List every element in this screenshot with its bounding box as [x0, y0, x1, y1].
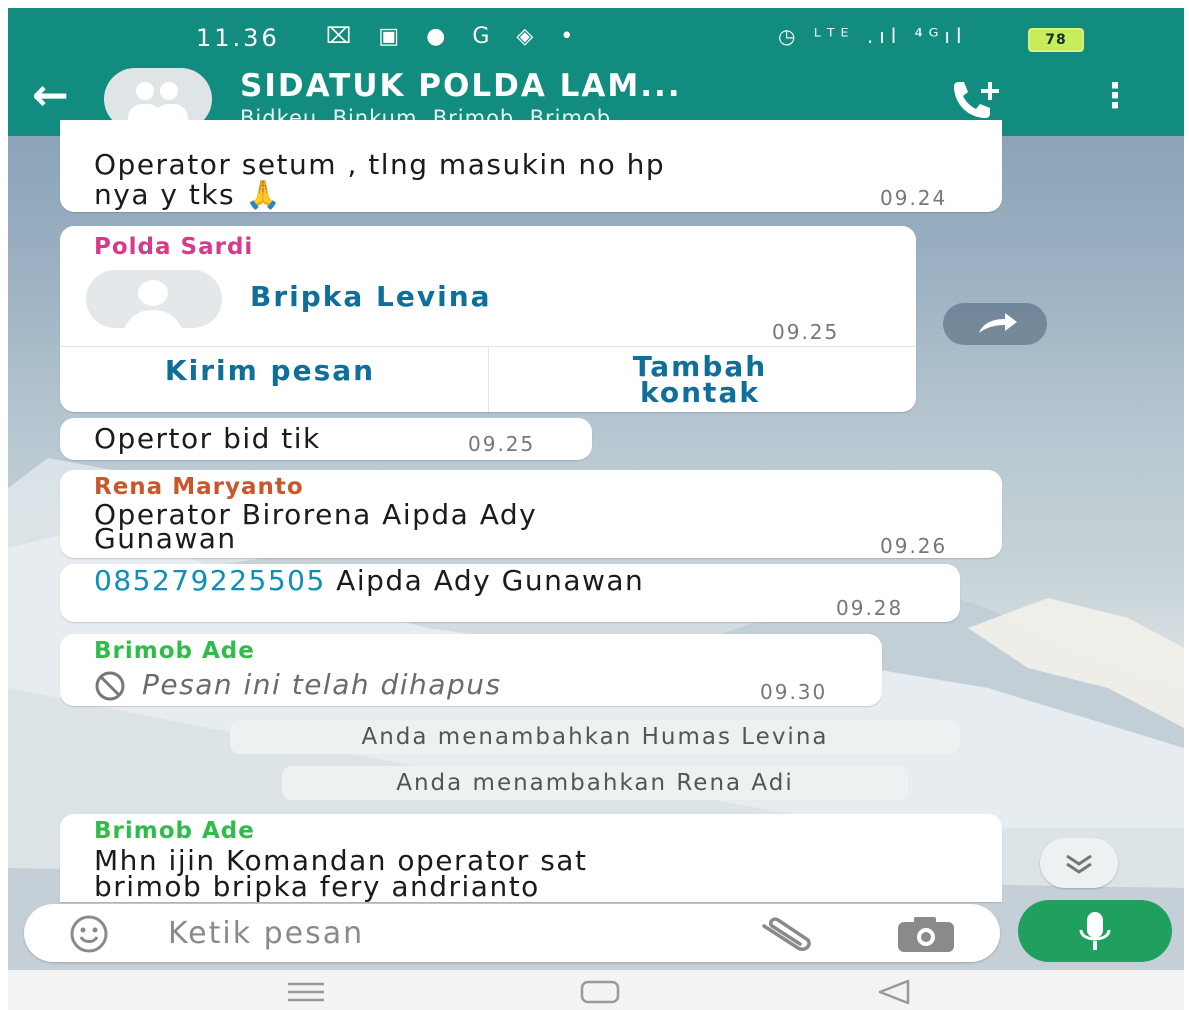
message-input[interactable]: Ketik pesan: [168, 916, 364, 951]
status-bar: 11.36 ⌧ ▣ ● G ◈ • ◷ ᴸᵀᴱ .ıl ⁴ᴳıl 78: [8, 8, 1184, 62]
message-time: 09.30: [760, 680, 828, 704]
message-time: 09.26: [880, 534, 948, 558]
message-time: 09.24: [880, 186, 948, 210]
sender-name: Polda Sardi: [94, 234, 254, 260]
attach-icon[interactable]: [754, 912, 818, 956]
message-text-rest: Aipda Ady Gunawan: [325, 564, 645, 597]
message-time: 09.25: [772, 320, 840, 344]
deleted-icon: [95, 671, 125, 701]
message-bubble[interactable]: Brimob Ade Mhn ijin Komandan operator sa…: [60, 814, 1002, 902]
status-signal-icons: ◷ ᴸᵀᴱ .ıl ⁴ᴳıl: [778, 24, 968, 48]
contact-avatar-icon: [86, 270, 222, 328]
system-message: Anda menambahkan Rena Adi: [282, 766, 908, 800]
mic-icon: [1079, 912, 1111, 950]
more-options-icon[interactable]: ⋮: [1098, 76, 1132, 116]
add-contact-label-2: kontak: [640, 376, 760, 409]
message-text: brimob bripka fery andrianto: [94, 870, 540, 903]
emoji-icon[interactable]: [68, 913, 110, 955]
nav-home-icon[interactable]: [578, 978, 622, 1006]
phone-link[interactable]: 085279225505: [94, 564, 326, 597]
status-notification-icons: ⌧ ▣ ● G ◈ •: [326, 24, 584, 49]
deleted-message-text: Pesan ini telah dihapus: [142, 668, 502, 701]
message-text: Operator setum , tlng masukin no hp: [94, 148, 666, 181]
contact-name[interactable]: Bripka Levina: [250, 280, 492, 313]
mic-button[interactable]: [1018, 900, 1172, 962]
back-arrow-icon[interactable]: ←: [32, 70, 69, 121]
message-input-bar[interactable]: Ketik pesan: [24, 904, 1000, 962]
sender-name: Brimob Ade: [94, 818, 255, 844]
phone-screen: 11.36 ⌧ ▣ ● G ◈ • ◷ ᴸᵀᴱ .ıl ⁴ᴳıl 78 ← SI…: [8, 8, 1184, 1010]
message-time: 09.28: [836, 596, 904, 620]
message-bubble[interactable]: Opertor bid tik 09.25: [60, 418, 592, 460]
nav-back-icon[interactable]: [874, 978, 914, 1006]
message-time: 09.25: [468, 432, 536, 456]
sender-name: Brimob Ade: [94, 638, 255, 664]
message-bubble[interactable]: Operator setum , tlng masukin no hp nya …: [60, 120, 1002, 212]
contact-card-bubble[interactable]: Polda Sardi Bripka Levina 09.25 Kirim pe…: [60, 226, 916, 412]
camera-icon[interactable]: [894, 914, 958, 954]
system-message: Anda menambahkan Humas Levina: [230, 720, 960, 754]
message-text: Opertor bid tik: [94, 422, 321, 455]
system-nav-bar: [8, 970, 1184, 1010]
status-time: 11.36: [196, 24, 280, 52]
scroll-down-button[interactable]: [1040, 838, 1118, 888]
message-text: Gunawan: [94, 522, 237, 555]
message-text: 085279225505 Aipda Ady Gunawan: [94, 566, 644, 596]
nav-menu-icon[interactable]: [284, 980, 328, 1004]
sender-name: Rena Maryanto: [94, 474, 304, 500]
add-contact-button[interactable]: Tambah kontak: [530, 353, 870, 409]
message-bubble[interactable]: 085279225505 Aipda Ady Gunawan 09.28: [60, 564, 960, 622]
forward-button[interactable]: [943, 303, 1047, 345]
forward-icon: [979, 313, 1017, 333]
send-message-button[interactable]: Kirim pesan: [100, 354, 440, 387]
message-text: nya y tks 🙏: [94, 178, 282, 211]
message-bubble[interactable]: Brimob Ade Pesan ini telah dihapus 09.30: [60, 634, 882, 706]
add-call-icon[interactable]: [946, 78, 1006, 118]
battery-icon: 78: [1028, 28, 1084, 52]
message-bubble[interactable]: Rena Maryanto Operator Birorena Aipda Ad…: [60, 470, 1002, 558]
scroll-down-icon: [1066, 854, 1092, 874]
chat-title[interactable]: SIDATUK POLDA LAM...: [240, 68, 682, 104]
